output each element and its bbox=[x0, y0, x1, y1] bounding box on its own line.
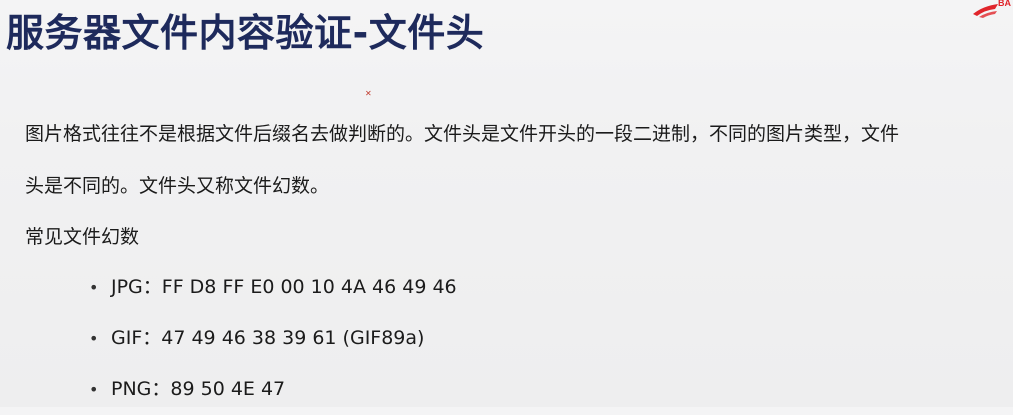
magic-number-list: JPG：FF D8 FF E0 00 10 4A 46 49 46 GIF：47… bbox=[25, 262, 1010, 415]
cursor-mark-icon: ✕ bbox=[365, 89, 372, 98]
list-item-jpg: JPG：FF D8 FF E0 00 10 4A 46 49 46 bbox=[89, 262, 1010, 313]
list-item-png: PNG：89 50 4E 47 bbox=[89, 364, 1010, 415]
paragraph-line-1: 图片格式往往不是根据文件后缀名去做判断的。文件头是文件开头的一段二进制，不同的图… bbox=[25, 123, 900, 145]
page-title: 服务器文件内容验证-文件头 bbox=[6, 11, 485, 55]
slide-content: 图片格式往往不是根据文件后缀名去做判断的。文件头是文件开头的一段二进制，不同的图… bbox=[25, 108, 1010, 415]
brand-logo-text: BA bbox=[998, 0, 1011, 8]
paragraph-line-2: 头是不同的。文件头又称文件幻数。 bbox=[25, 175, 330, 197]
list-item-gif: GIF：47 49 46 38 39 61 (GIF89a) bbox=[89, 313, 1010, 364]
brand-logo: BA bbox=[943, 0, 1013, 20]
section-subheading: 常见文件幻数 bbox=[25, 226, 140, 248]
